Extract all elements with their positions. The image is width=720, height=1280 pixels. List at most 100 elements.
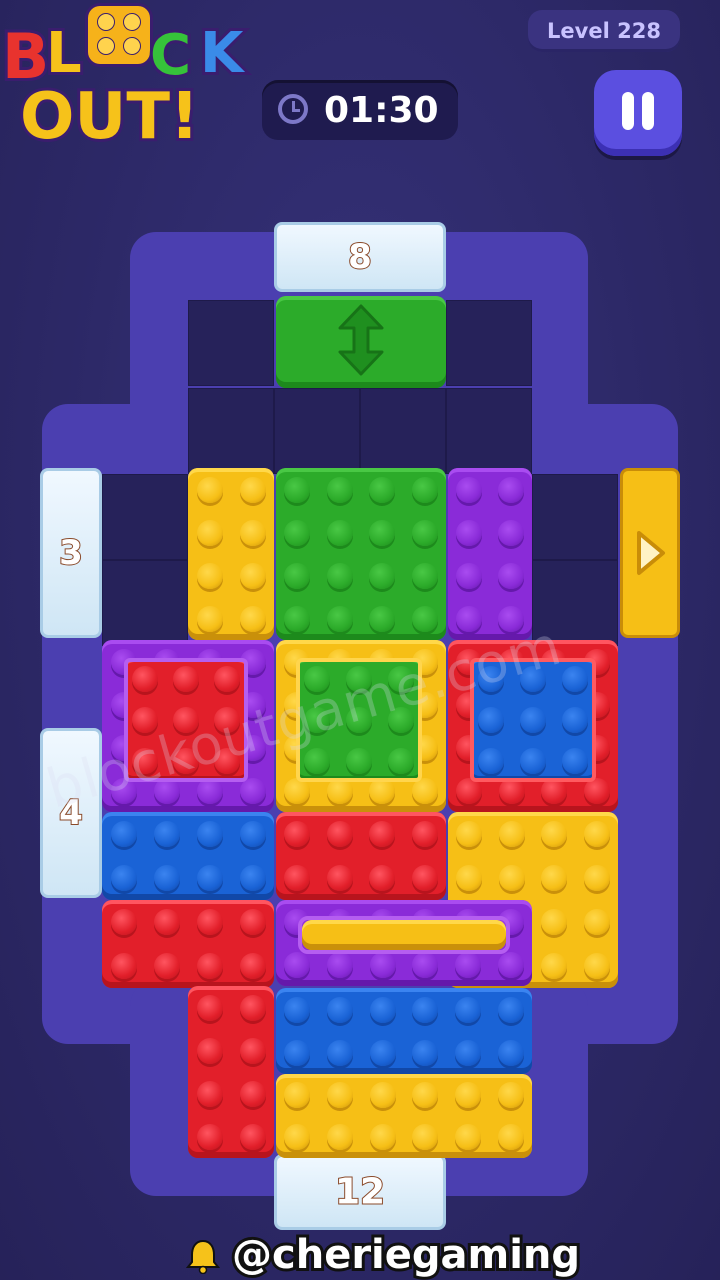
block-stud [455,1039,481,1066]
gate-bottom: 12 [274,1154,446,1230]
block-stud [284,519,311,546]
block-stud [541,953,568,979]
block-stud [498,562,524,589]
block-stud [239,994,266,1021]
block-stud [284,476,311,503]
block-purple[interactable] [448,468,532,640]
block-red-l-top[interactable] [102,900,274,988]
block-stud [327,951,353,978]
block-stud [239,821,266,847]
block-stud [284,951,311,978]
block-stud [196,909,223,935]
block-stud [239,476,266,503]
block-stud [583,821,610,847]
empty-cell [188,388,274,474]
gate-left-upper-count: 3 [58,532,84,574]
block-stud [498,476,524,503]
block-stud [196,953,223,979]
gate-top-count: 8 [347,236,373,278]
block-stud [412,1124,439,1150]
block-red-l-stem[interactable] [188,986,274,1158]
block-stud [497,996,524,1023]
block-stud [456,562,482,589]
block-stud [239,605,266,632]
block-stud [284,1124,311,1150]
block-red[interactable] [276,812,446,900]
empty-cell [102,474,188,560]
block-stud [369,476,396,503]
block-stud [239,909,266,935]
block-stud [369,865,396,891]
block-stud [369,519,396,546]
block-blue[interactable] [102,812,274,900]
block-stud [456,865,483,891]
block-stud [412,996,439,1023]
block-stud [412,951,439,978]
block-stud [411,605,438,632]
block-stud [110,865,137,891]
empty-cell [532,474,618,560]
block-stud [583,865,610,891]
empty-cell [274,388,360,474]
block-stud [239,519,266,546]
block-stud [327,1039,353,1066]
block-stud [196,605,223,632]
block-stud [583,909,610,935]
block-stud [369,821,396,847]
block-stud [153,909,180,935]
block-stud [497,1039,524,1066]
block-stud [284,605,311,632]
block-stud [369,605,396,632]
block-stud [497,1082,524,1108]
empty-cell [188,300,274,386]
block-stud [327,1082,353,1108]
block-stud [411,821,438,847]
block-stud [196,1123,223,1150]
block-blue-long[interactable] [276,988,532,1074]
block-stud [326,865,353,891]
block-stud [326,519,353,546]
block-stud [369,1124,396,1150]
block-stud [369,951,396,978]
block-yellow[interactable] [188,468,274,640]
block-stud [455,996,481,1023]
block-stud [498,865,525,891]
block-stud [196,519,223,546]
block-green[interactable] [276,468,446,640]
block-stud [110,953,137,979]
block-stud [497,951,524,978]
block-stud [239,562,266,589]
block-stud [369,1082,396,1108]
block-yellow-long[interactable] [276,1074,532,1158]
block-stud [284,865,311,891]
block-stud [196,1037,223,1064]
block-stud [196,994,223,1021]
frame-hole [298,916,510,954]
block-stud [239,865,266,891]
gate-bottom-count: 12 [334,1171,386,1214]
block-stud [456,821,483,847]
block-stud [239,1080,266,1107]
block-stud [326,476,353,503]
block-stud [110,821,137,847]
block-stud [583,953,610,979]
block-stud [327,996,353,1023]
block-stud [369,562,396,589]
block-stud [327,1124,353,1150]
block-stud [411,519,438,546]
empty-cell [446,388,532,474]
block-stud [369,1039,396,1066]
block-stud [455,951,481,978]
block-stud [284,1039,311,1066]
block-stud [541,865,568,891]
block-stud [284,821,311,847]
empty-cell [102,560,188,646]
block-stud [456,605,482,632]
arrow-vertical-icon [338,304,384,376]
block-stud [239,953,266,979]
block-stud [196,476,223,503]
gate-top: 8 [274,222,446,292]
arrow-right-icon [637,531,665,575]
block-stud [153,865,180,891]
block-stud [497,1124,524,1150]
